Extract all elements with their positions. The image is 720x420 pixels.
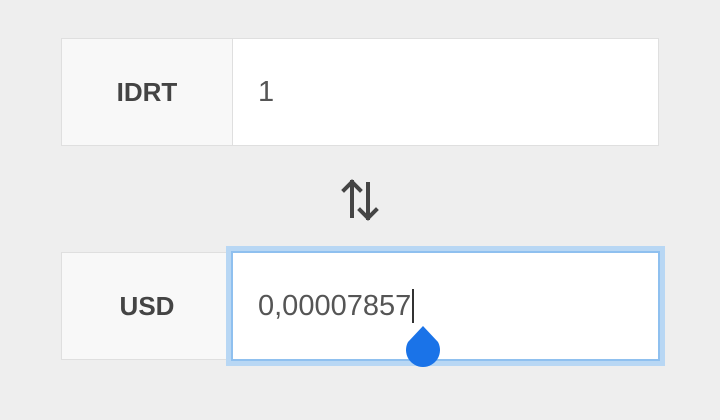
from-amount-value: 1 [258,75,275,108]
text-selection-handle[interactable] [402,324,444,374]
to-currency-label[interactable]: USD [62,253,233,359]
from-amount-input[interactable]: 1 [233,39,658,145]
text-cursor [412,289,415,323]
swap-vertical-arrows-icon [341,179,379,221]
from-currency-row: IDRT 1 [61,38,659,146]
to-currency-row: USD 0,00007857 [61,251,660,361]
to-amount-value: 0,00007857 [258,289,412,322]
swap-currencies-button[interactable] [340,176,380,224]
cursor-handle-icon [406,326,440,367]
currency-converter: IDRT 1 USD 0,00007857 [0,0,720,420]
from-currency-label[interactable]: IDRT [62,39,233,145]
to-amount-input[interactable]: 0,00007857 [231,251,660,361]
